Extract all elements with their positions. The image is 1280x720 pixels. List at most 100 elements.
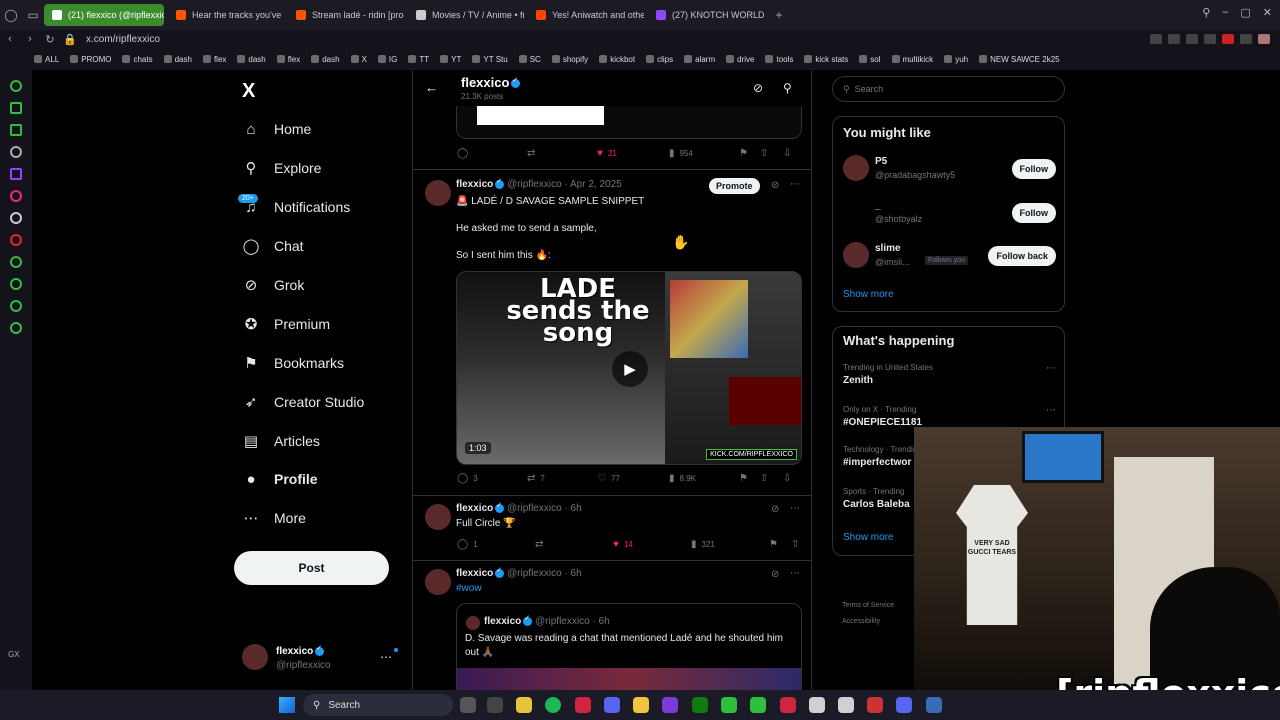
profile-avatar-icon[interactable]: [1258, 34, 1270, 44]
follow-button[interactable]: Follow: [1011, 159, 1056, 179]
footer-link[interactable]: Terms of Service: [842, 598, 894, 614]
follow-button[interactable]: Follow: [1011, 203, 1056, 223]
extension-icon[interactable]: [1168, 34, 1180, 44]
bookmark-item[interactable]: sol: [859, 55, 881, 64]
youtube-icon[interactable]: [10, 234, 22, 246]
account-switcher[interactable]: flexxico @ripflexxico ⋯: [242, 644, 402, 674]
close-window-button[interactable]: ✕: [1263, 6, 1272, 19]
x-logo-icon[interactable]: X: [242, 80, 255, 103]
bookmark-item[interactable]: ALL: [34, 55, 59, 64]
trend-item[interactable]: Trending in United States Zenith ⋯: [843, 363, 1056, 386]
repost-button[interactable]: ⇄: [527, 148, 535, 159]
bookmark-item[interactable]: dash: [311, 55, 340, 64]
nav-item-profile[interactable]: ● Profile: [242, 464, 317, 494]
extension-icon[interactable]: [1186, 34, 1198, 44]
share-button[interactable]: ⇧: [760, 148, 768, 159]
avatar[interactable]: [425, 569, 451, 595]
browser-tab[interactable]: (27) KNOTCH WORLD RP: [648, 4, 764, 26]
bookmark-item[interactable]: SC: [518, 55, 541, 64]
avatar[interactable]: [425, 504, 451, 530]
reply-button[interactable]: ◯ 3: [457, 473, 478, 484]
browser-tab[interactable]: Movies / TV / Anime • free: [408, 4, 524, 26]
instagram-icon[interactable]: [10, 190, 22, 202]
maximize-button[interactable]: ▢: [1240, 6, 1250, 19]
sidebar-app-icon[interactable]: [10, 102, 22, 114]
file-explorer-icon[interactable]: [633, 697, 649, 713]
extension-icon[interactable]: [1150, 34, 1162, 44]
extension-icon[interactable]: [1222, 34, 1234, 44]
trend-item[interactable]: Only on X · Trending #ONEPIECE1181 ⋯: [843, 405, 1056, 428]
browser-tab[interactable]: (21) flexxico (@ripflexxico: [44, 4, 164, 26]
more-dots-icon[interactable]: ⋯: [790, 179, 800, 190]
extension-icon[interactable]: [1240, 34, 1252, 44]
browser-tab[interactable]: Stream ladé - ridin [prod.: [288, 4, 404, 26]
taskbar-app-icon[interactable]: [721, 697, 737, 713]
taskbar-search[interactable]: ⚲ Search: [303, 694, 453, 716]
more-dots-icon[interactable]: ⋯: [1046, 363, 1056, 374]
nav-item-bookmarks[interactable]: ⚑ Bookmarks: [242, 348, 344, 378]
show-more-link[interactable]: Show more: [843, 532, 894, 543]
promote-button[interactable]: Promote: [709, 178, 760, 194]
bookmark-item[interactable]: dash: [163, 55, 192, 64]
sidebar-app-icon[interactable]: [10, 146, 22, 158]
avatar[interactable]: [425, 180, 451, 206]
grok-icon[interactable]: ⊘: [771, 569, 779, 580]
grok-icon[interactable]: ⊘: [771, 180, 779, 191]
share-button[interactable]: ⇧: [760, 473, 768, 484]
twitch-icon[interactable]: [10, 168, 22, 180]
forward-icon[interactable]: ›: [20, 33, 40, 45]
like-button[interactable]: ♥ 14: [613, 539, 633, 550]
taskbar-app-icon[interactable]: [926, 697, 942, 713]
opera-gx-icon[interactable]: [575, 697, 591, 713]
bookmark-item[interactable]: YT Stu: [472, 55, 508, 64]
nav-item-premium[interactable]: ✪ Premium: [242, 309, 330, 339]
bookmark-button[interactable]: ⚑: [739, 473, 748, 484]
nav-item-more[interactable]: ⋯ More: [242, 503, 306, 533]
grok-icon[interactable]: ⊘: [771, 504, 779, 515]
nav-item-notifications[interactable]: ♫ Notifications: [242, 192, 350, 222]
search-tabs-icon[interactable]: ⚲: [1202, 6, 1210, 19]
nav-item-articles[interactable]: ▤ Articles: [242, 426, 320, 456]
bookmark-item[interactable]: kickbot: [599, 55, 635, 64]
bookmark-item[interactable]: X: [350, 55, 367, 64]
taskbar-app-icon[interactable]: [662, 697, 678, 713]
bookmark-item[interactable]: yuh: [944, 55, 968, 64]
tab-menu-icon[interactable]: ▭: [22, 4, 44, 26]
bookmark-button[interactable]: ⚑: [769, 539, 778, 550]
play-icon[interactable]: ▶: [612, 351, 648, 387]
follow-button[interactable]: Follow back: [988, 246, 1056, 266]
views-button[interactable]: ▮ 954: [669, 148, 693, 159]
bookmark-item[interactable]: PROMO: [70, 55, 111, 64]
spotify-icon[interactable]: [545, 697, 561, 713]
bookmark-item[interactable]: shopify: [551, 55, 588, 64]
bookmark-item[interactable]: dash: [237, 55, 266, 64]
nav-item-chat[interactable]: ◯ Chat: [242, 231, 304, 261]
discord-icon[interactable]: [604, 697, 620, 713]
taskbar-app-icon[interactable]: [809, 697, 825, 713]
xbox-icon[interactable]: [692, 697, 708, 713]
settings-icon[interactable]: [10, 322, 22, 334]
like-button[interactable]: ♡ 77: [597, 473, 620, 484]
back-icon[interactable]: ‹: [0, 33, 20, 45]
nav-item-creator-studio[interactable]: ➶ Creator Studio: [242, 387, 365, 417]
download-button[interactable]: ⇩: [783, 148, 791, 159]
search-icon[interactable]: ⚲: [783, 81, 792, 95]
views-button[interactable]: ▮ 321: [691, 539, 715, 550]
browser-tab[interactable]: Hear the tracks you've lik: [168, 4, 284, 26]
bookmark-item[interactable]: IG: [377, 55, 397, 64]
more-dots-icon[interactable]: ⋯: [380, 650, 392, 664]
video-player[interactable]: LADE sends the song ▶ 1:03 KICK.COM/RIPF…: [456, 271, 802, 465]
suggestion-item[interactable]: _ @shotbyalz Follow: [843, 197, 1056, 229]
download-button[interactable]: ⇩: [783, 473, 791, 484]
bookmark-item[interactable]: flex: [202, 55, 226, 64]
bookmark-item[interactable]: chats: [122, 55, 153, 64]
nav-item-explore[interactable]: ⚲ Explore: [242, 153, 322, 183]
sidebar-app-icon[interactable]: [10, 124, 22, 136]
more-dots-icon[interactable]: ⋯: [790, 503, 800, 514]
search-input[interactable]: ⚲ Search: [832, 76, 1065, 102]
sidebar-app-icon[interactable]: [10, 80, 22, 92]
taskbar-app-icon[interactable]: [838, 697, 854, 713]
like-button[interactable]: ♥ 21: [597, 148, 617, 159]
x-icon[interactable]: [10, 212, 22, 224]
bookmark-item[interactable]: tools: [765, 55, 793, 64]
